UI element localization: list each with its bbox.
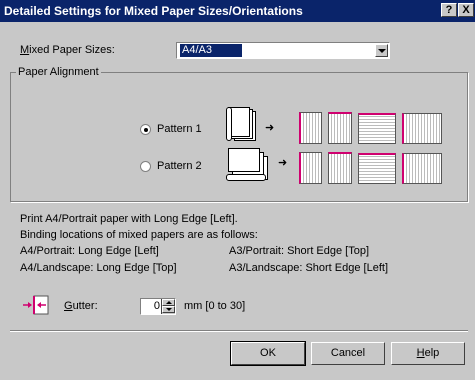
paper-alignment-title: Paper Alignment: [16, 66, 101, 78]
pattern-1-radio[interactable]: [140, 124, 151, 135]
mixed-paper-sizes-value: A4/A3: [180, 44, 242, 57]
a4-portrait-page-icon: [299, 112, 322, 144]
dialog-title: Detailed Settings for Mixed Paper Sizes/…: [4, 4, 303, 18]
right-arrow-icon: ➜: [278, 157, 288, 169]
right-arrow-icon: ➜: [265, 122, 275, 134]
a3-landscape-binding: A3/Landscape: Short Edge [Left]: [229, 262, 389, 274]
help-button[interactable]: Help: [391, 342, 465, 365]
pattern-2-label[interactable]: Pattern 2: [157, 160, 202, 172]
print-description: Print A4/Portrait paper with Long Edge […: [20, 213, 238, 225]
a3-portrait-page-icon: [328, 152, 352, 184]
a4-landscape-page-icon: [358, 113, 396, 144]
a4-portrait-binding: A4/Portrait: Long Edge [Left]: [20, 245, 159, 257]
mixed-paper-sizes-dropdown[interactable]: A4/A3: [176, 42, 390, 59]
separator: [10, 330, 468, 332]
gutter-unit-label: mm [0 to 30]: [184, 300, 246, 312]
a3-portrait-page-icon: [328, 112, 352, 144]
a4-landscape-page-icon: [358, 153, 396, 184]
dialog-window: Detailed Settings for Mixed Paper Sizes/…: [0, 0, 475, 380]
cancel-button[interactable]: Cancel: [311, 342, 385, 365]
gutter-spinbox[interactable]: 0: [140, 298, 176, 315]
gutter-spin-buttons[interactable]: [161, 299, 175, 314]
help-title-button[interactable]: ?: [441, 3, 457, 17]
pattern-1-stack-icon: [226, 107, 258, 145]
chevron-down-icon[interactable]: [375, 44, 388, 57]
a3-portrait-binding: A3/Portrait: Short Edge [Top]: [229, 245, 370, 257]
pattern-2-stack-icon: [226, 148, 270, 184]
mixed-paper-sizes-label: Mixed Paper Sizes:: [20, 44, 115, 56]
pattern-1-label[interactable]: Pattern 1: [157, 123, 202, 135]
gutter-label: Gutter:: [64, 300, 98, 312]
spin-up-icon[interactable]: [162, 299, 175, 306]
a3-landscape-page-icon: [402, 113, 442, 144]
ok-button[interactable]: OK: [230, 341, 306, 366]
title-bar[interactable]: Detailed Settings for Mixed Paper Sizes/…: [0, 0, 475, 22]
spin-down-icon[interactable]: [162, 306, 175, 313]
binding-locations-heading: Binding locations of mixed papers are as…: [20, 229, 258, 241]
gutter-arrows-icon: [23, 295, 49, 315]
gutter-value[interactable]: 0: [154, 300, 160, 312]
a4-portrait-page-icon: [299, 152, 322, 184]
pattern-2-radio[interactable]: [140, 161, 151, 172]
close-button[interactable]: X: [458, 3, 474, 17]
a4-landscape-binding: A4/Landscape: Long Edge [Top]: [20, 262, 177, 274]
a3-landscape-page-icon: [402, 153, 442, 184]
